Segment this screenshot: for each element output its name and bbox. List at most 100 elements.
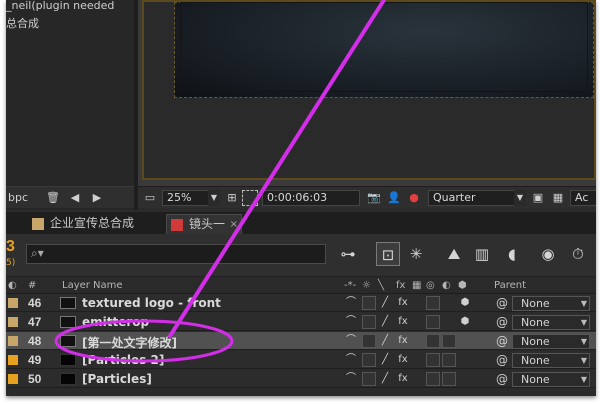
motion-blur-switch[interactable] [426, 334, 440, 348]
layer-name[interactable]: [Particles] [82, 372, 152, 386]
composition-viewer[interactable] [138, 0, 596, 186]
layer-row[interactable]: 47 emitterop ⌒ ╱ fx ⬢ @ None ▼ [6, 313, 596, 331]
shy-switch-icon[interactable]: ⌒ [344, 334, 358, 348]
frame-blending-icon[interactable]: ▥ [470, 242, 494, 266]
layer-name[interactable]: [第一处文字修改] [82, 334, 177, 351]
motion-blur-switch[interactable] [426, 353, 440, 367]
pick-whip-icon[interactable]: @ [496, 334, 508, 348]
parent-select[interactable]: None ▼ [512, 315, 590, 330]
transparency-grid-icon[interactable]: ▦ [550, 190, 566, 206]
3d-layer-column-icon[interactable]: ⬢ [458, 280, 467, 291]
comp-mini-flowchart-icon[interactable]: ⊶ [336, 242, 360, 266]
hide-shy-layers-icon[interactable]: ⛰ [442, 242, 466, 266]
draft-3d-icon[interactable]: ✳ [404, 242, 428, 266]
quality-switch-icon[interactable]: ╱ [378, 372, 392, 386]
pick-whip-icon[interactable]: @ [496, 353, 508, 367]
collapse-switch[interactable] [362, 372, 376, 386]
layer-row[interactable]: 49 [Particles 2] ⌒ ╱ fx @ None ▼ [6, 351, 596, 369]
shy-column-icon[interactable]: -*- [344, 280, 356, 291]
tab-shot-one[interactable]: 镜头一 × [166, 214, 242, 234]
quality-switch-icon[interactable]: ╱ [378, 315, 392, 329]
collapse-switch[interactable] [362, 353, 376, 367]
bpc-label[interactable]: bpc [8, 191, 28, 204]
3d-layer-switch-icon[interactable]: ⬢ [458, 296, 472, 310]
shy-switch-icon[interactable]: ⌒ [344, 296, 358, 310]
collapse-column-icon[interactable]: ☼ [362, 280, 371, 291]
pick-whip-icon[interactable]: @ [496, 296, 508, 310]
adjustment-column-icon[interactable]: ◐ [442, 280, 451, 291]
trash-icon[interactable]: 🗑 [46, 191, 60, 205]
shy-switch-icon[interactable]: ⌒ [344, 353, 358, 367]
number-column-header[interactable]: # [28, 280, 36, 291]
active-camera-select[interactable]: Ac [570, 190, 596, 206]
quality-column-icon[interactable]: ╲ [378, 280, 384, 291]
close-icon[interactable]: × [230, 215, 238, 234]
quality-switch-icon[interactable]: ╱ [378, 296, 392, 310]
graph-editor-icon[interactable]: ◉ [536, 242, 560, 266]
motion-blur-switch[interactable] [426, 372, 440, 386]
grid-guides-icon[interactable]: ⊞ [224, 190, 240, 206]
motion-blur-icon[interactable]: ◖ [500, 242, 524, 266]
quality-switch-icon[interactable]: ╱ [378, 334, 392, 348]
tab-composition-main[interactable]: 企业宣传总合成 [28, 214, 164, 234]
motion-blur-switch[interactable] [426, 296, 440, 310]
layer-name-column-header[interactable]: Layer Name [62, 280, 123, 291]
pick-whip-icon[interactable]: @ [496, 372, 508, 386]
layer-search-input[interactable]: ⌕▾ [26, 244, 326, 264]
scroll-left-icon[interactable]: ◀ [68, 191, 82, 205]
collapse-switch[interactable] [362, 315, 376, 329]
live-update-icon[interactable]: ⊡ [376, 242, 400, 266]
effects-switch-icon[interactable]: fx [396, 315, 410, 329]
3d-layer-switch-icon[interactable]: ⬢ [458, 315, 472, 329]
quality-switch-icon[interactable]: ╱ [378, 353, 392, 367]
chevron-down-icon[interactable]: ▼ [514, 190, 526, 206]
shy-switch-icon[interactable]: ⌒ [344, 372, 358, 386]
layer-name[interactable]: textured logo - front [82, 296, 221, 310]
show-snapshot-icon[interactable]: 👤 [386, 190, 402, 206]
adjustment-switch[interactable] [442, 372, 456, 386]
current-time[interactable]: 3 [6, 238, 15, 256]
layer-row[interactable]: 46 textured logo - front ⌒ ╱ fx ⬢ @ None… [6, 294, 596, 312]
chevron-down-icon[interactable]: ▼ [208, 190, 220, 206]
effects-switch-icon[interactable]: fx [396, 353, 410, 367]
layer-label-color[interactable] [8, 336, 18, 346]
adjustment-switch[interactable] [442, 334, 456, 348]
layer-label-color[interactable] [8, 374, 18, 384]
timecode-display[interactable]: 0:00:06:03 [262, 190, 360, 206]
stopwatch-icon[interactable]: ⏱ [566, 242, 590, 266]
parent-select[interactable]: None ▼ [512, 296, 590, 311]
motion-blur-switch[interactable] [426, 315, 440, 329]
effects-column-icon[interactable]: fx [396, 280, 405, 291]
layer-name[interactable]: emitterop [82, 315, 149, 329]
effects-switch-icon[interactable]: fx [396, 372, 410, 386]
search-icon[interactable]: ⌕▾ [31, 246, 44, 261]
fast-preview-icon[interactable]: ▣ [530, 190, 546, 206]
layer-label-color[interactable] [8, 298, 18, 308]
effects-switch-icon[interactable]: fx [396, 296, 410, 310]
layer-row[interactable]: 50 [Particles] ⌒ ╱ fx @ None ▼ [6, 370, 596, 388]
layer-row-selected[interactable]: 48 [第一处文字修改] ⌒ ╱ fx @ None ▼ [6, 332, 596, 350]
layer-label-color[interactable] [8, 355, 18, 365]
pick-whip-icon[interactable]: @ [496, 315, 508, 329]
layer-name[interactable]: [Particles 2] [82, 353, 164, 367]
resolution-select[interactable]: Quarter [428, 190, 526, 206]
project-item[interactable]: 总合成 [6, 16, 39, 31]
label-column-icon[interactable]: ◐ [8, 280, 17, 291]
project-item[interactable]: _neil(plugin needed [6, 0, 114, 13]
channels-icon[interactable]: ● [406, 190, 422, 206]
shy-switch-icon[interactable]: ⌒ [344, 315, 358, 329]
camera-icon[interactable]: 📷 [366, 190, 382, 206]
collapse-switch[interactable] [362, 296, 376, 310]
frame-blend-column-icon[interactable]: ▦ [412, 280, 421, 291]
parent-column-header[interactable]: Parent [494, 280, 526, 291]
motion-blur-column-icon[interactable]: ◎ [426, 280, 435, 291]
layer-label-color[interactable] [8, 317, 18, 327]
region-of-interest-icon[interactable] [242, 190, 258, 206]
parent-select[interactable]: None ▼ [512, 334, 590, 349]
parent-select[interactable]: None ▼ [512, 353, 590, 368]
collapse-switch[interactable] [362, 334, 376, 348]
effects-switch-icon[interactable]: fx [396, 334, 410, 348]
always-preview-icon[interactable]: ▭ [142, 190, 158, 206]
parent-select[interactable]: None ▼ [512, 372, 590, 387]
scroll-right-icon[interactable]: ▶ [90, 191, 104, 205]
